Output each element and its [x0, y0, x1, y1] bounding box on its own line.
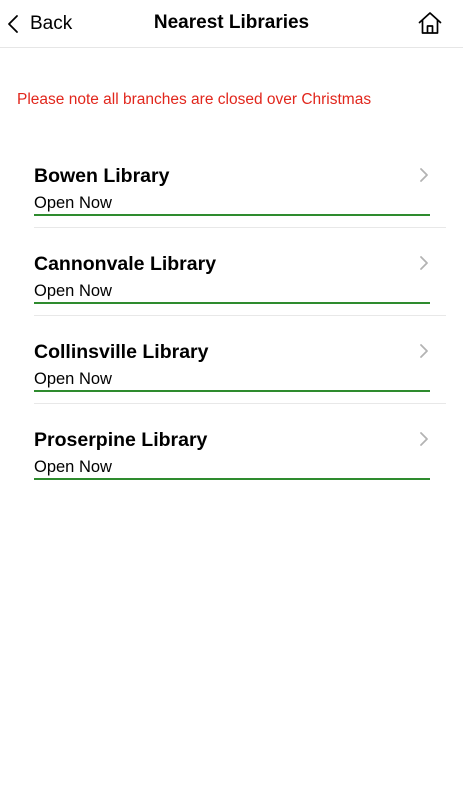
open-status-underline [34, 478, 430, 480]
back-button[interactable]: Back [6, 9, 72, 39]
library-status: Open Now [34, 458, 112, 476]
chevron-left-icon [8, 15, 18, 33]
back-label: Back [30, 13, 73, 34]
open-status-underline [34, 302, 430, 304]
library-name: Collinsville Library [34, 341, 209, 363]
library-item-cannonvale[interactable]: Cannonvale Library Open Now [0, 235, 463, 323]
library-status: Open Now [34, 370, 112, 388]
library-item-bowen[interactable]: Bowen Library Open Now [0, 147, 463, 235]
chevron-right-icon [420, 256, 428, 270]
row-divider [34, 227, 446, 228]
row-divider [34, 315, 446, 316]
open-status-underline [34, 214, 430, 216]
navigation-bar: Back Nearest Libraries [0, 0, 463, 48]
library-name: Proserpine Library [34, 429, 208, 451]
open-status-underline [34, 390, 430, 392]
row-divider [34, 403, 446, 404]
library-status: Open Now [34, 282, 112, 300]
library-list: Bowen Library Open Now Cannonvale Librar… [0, 147, 463, 499]
closure-notice: Please note all branches are closed over… [17, 91, 372, 108]
library-item-proserpine[interactable]: Proserpine Library Open Now [0, 411, 463, 499]
home-icon[interactable] [417, 10, 443, 36]
chevron-right-icon [420, 344, 428, 358]
chevron-right-icon [420, 168, 428, 182]
library-status: Open Now [34, 194, 112, 212]
library-item-collinsville[interactable]: Collinsville Library Open Now [0, 323, 463, 411]
library-name: Bowen Library [34, 165, 170, 187]
library-name: Cannonvale Library [34, 253, 217, 275]
chevron-right-icon [420, 432, 428, 446]
